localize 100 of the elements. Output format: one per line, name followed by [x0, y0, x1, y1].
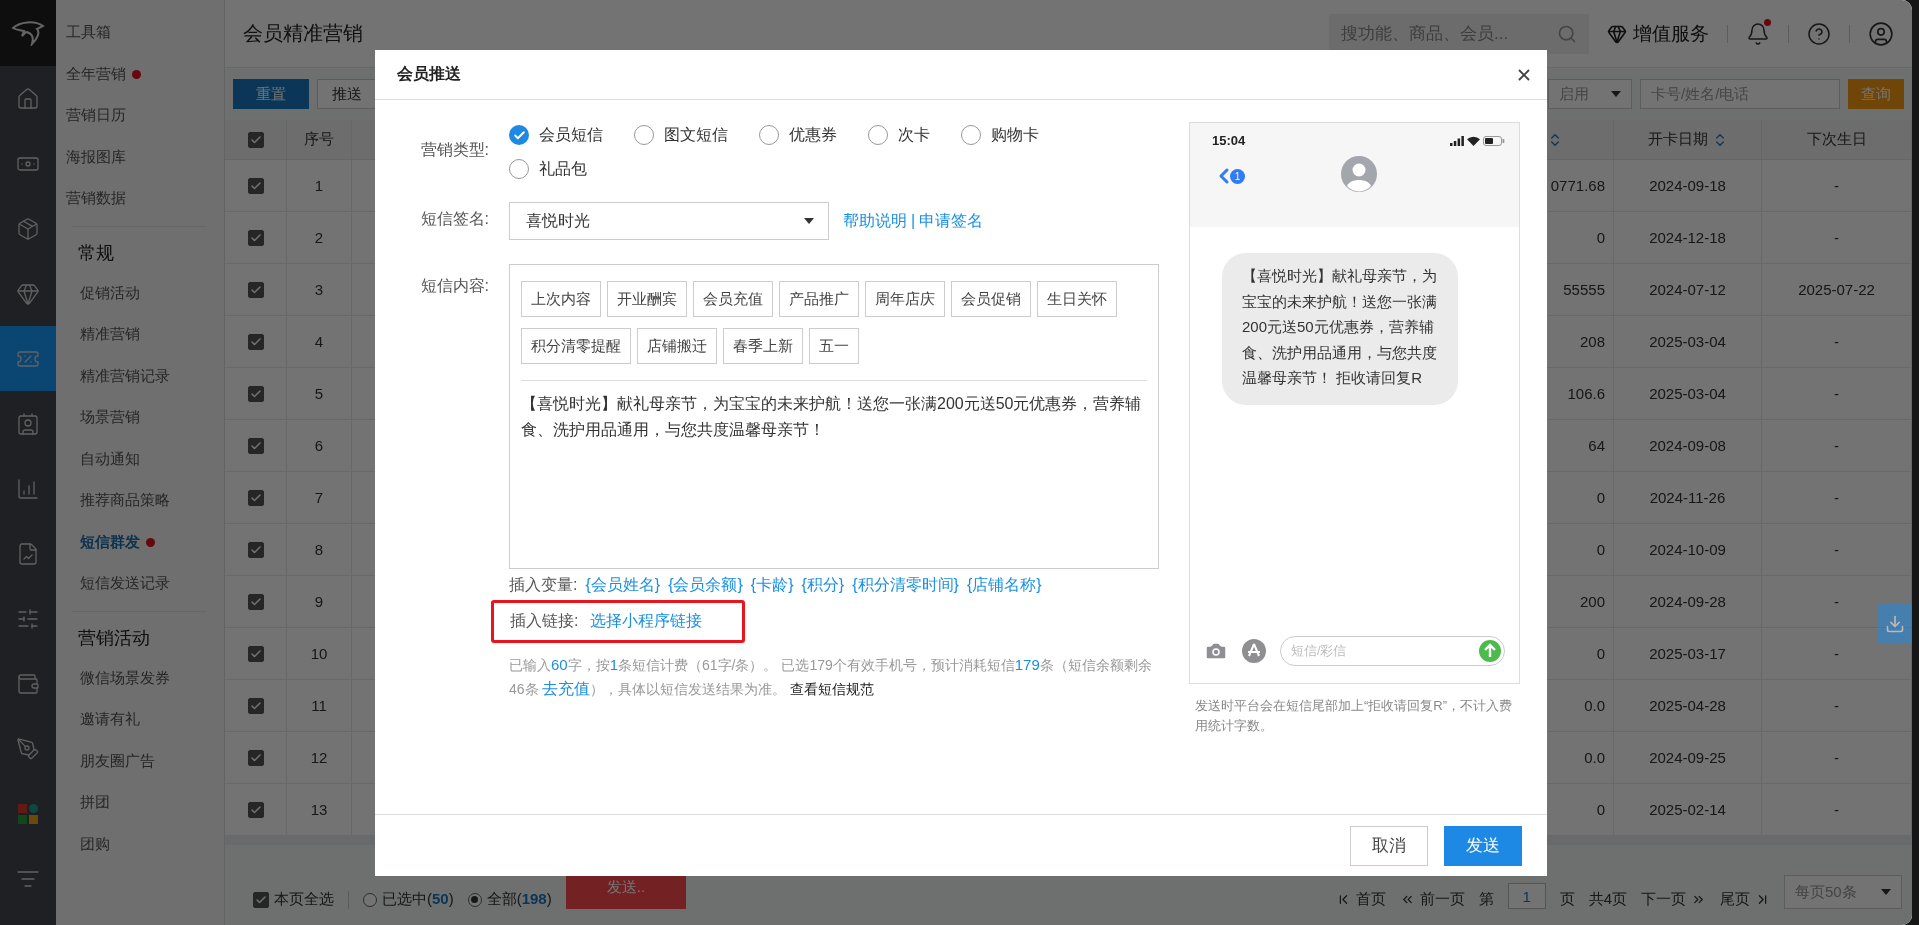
home-icon[interactable] — [16, 86, 40, 111]
template-button[interactable]: 上次内容 — [521, 281, 601, 317]
sidebar-item[interactable]: 营销日历 — [56, 95, 224, 137]
template-button[interactable]: 产品推广 — [779, 281, 859, 317]
sidebar-item[interactable]: 微信场景发券 — [72, 657, 206, 699]
sidebar-item[interactable]: 全年营销 — [56, 53, 224, 95]
pen-tool-icon[interactable] — [16, 736, 40, 761]
caret-icon — [1881, 889, 1891, 895]
download-button[interactable] — [1878, 604, 1912, 644]
prev-page-link[interactable]: 前一页 — [1399, 890, 1465, 909]
message-editor[interactable]: 上次内容 开业酬宾 会员充值 产品推广 周年店庆 会员促销 生日关怀 积分清零提醒 店铺搬迁 春季上新 五一 【喜悦时光】献礼母亲节，为宝宝的未来护航！送您一张满200元送50元优惠券，营养辅食、洗护用品通用，与您共度温馨母亲节！ — [509, 264, 1159, 569]
sidebar-item[interactable]: 工具箱 — [56, 12, 224, 54]
template-button[interactable]: 五一 — [809, 328, 859, 364]
row-checkbox[interactable] — [247, 281, 264, 298]
package-icon[interactable] — [16, 216, 40, 241]
sidebar-item[interactable]: 精准营销记录 — [72, 355, 206, 397]
last-page-link[interactable]: 尾页 — [1720, 890, 1770, 909]
template-button[interactable]: 店铺搬迁 — [637, 328, 717, 364]
sidebar-item[interactable]: 推荐商品策略 — [72, 480, 206, 522]
template-button[interactable]: 开业酬宾 — [607, 281, 687, 317]
message-text: 【喜悦时光】献礼母亲节，为宝宝的未来护航！送您一张满200元送50元优惠券，营养辅食、洗护用品通用，与您共度温馨母亲节！ — [521, 394, 1143, 440]
back-button[interactable]: 1 — [1212, 164, 1245, 188]
table-cell: 13 — [287, 784, 352, 836]
template-button[interactable]: 周年店庆 — [865, 281, 945, 317]
row-checkbox[interactable] — [247, 385, 264, 402]
row-checkbox[interactable] — [247, 333, 264, 350]
type-radio[interactable]: 次卡 — [868, 124, 930, 146]
variable-link[interactable]: {卡龄} — [750, 575, 794, 596]
table-cell: 2024-11-26 — [1614, 472, 1762, 524]
variable-link[interactable]: {会员余额} — [668, 575, 743, 596]
row-checkbox[interactable] — [247, 177, 264, 194]
page-number-field[interactable]: 1 — [1507, 883, 1546, 909]
sidebar-item[interactable]: 短信发送记录 — [72, 563, 206, 605]
select-page-checkbox[interactable] — [253, 891, 269, 908]
variable-link[interactable]: {店铺名称} — [966, 575, 1042, 596]
first-page-link[interactable]: 首页 — [1335, 890, 1386, 909]
send-button[interactable]: 发送 — [1444, 825, 1522, 866]
sidebar-item[interactable]: 海报图库 — [56, 136, 224, 178]
table-cell: 8 — [287, 524, 352, 576]
template-button[interactable]: 生日关怀 — [1037, 281, 1117, 317]
template-button[interactable]: 会员充值 — [693, 281, 773, 317]
type-radio[interactable]: 优惠券 — [759, 124, 837, 146]
variable-link[interactable]: {积分} — [801, 575, 845, 596]
signature-select[interactable]: 喜悦时光 — [509, 202, 829, 240]
sidebar-item[interactable]: 朋友圈广告 — [72, 740, 206, 782]
column-header[interactable]: 开卡日期 — [1614, 120, 1762, 160]
sidebar-item[interactable]: 营销数据 — [56, 178, 224, 220]
contact-card-icon[interactable] — [16, 411, 40, 436]
row-checkbox[interactable] — [247, 541, 264, 558]
table-cell: - — [1762, 784, 1912, 836]
notification-bell-icon[interactable] — [1746, 21, 1770, 46]
row-checkbox[interactable] — [247, 489, 264, 506]
template-button[interactable]: 春季上新 — [723, 328, 803, 364]
user-icon[interactable] — [1868, 20, 1894, 47]
type-radio[interactable]: 图文短信 — [634, 124, 728, 146]
variable-link[interactable]: {会员姓名} — [585, 575, 661, 596]
report-icon[interactable] — [16, 541, 40, 566]
row-checkbox[interactable] — [247, 229, 264, 246]
row-checkbox[interactable] — [247, 645, 264, 662]
column-header: 下次生日 — [1762, 120, 1912, 160]
scope-radio[interactable] — [363, 892, 377, 907]
sidebar-item[interactable]: 团购 — [72, 823, 206, 865]
check-icon — [249, 439, 262, 452]
sidebar-item[interactable]: 拼团 — [72, 782, 206, 824]
variable-link[interactable]: {积分清零时间} — [852, 575, 959, 596]
table-cell: - — [1762, 316, 1912, 368]
mini-program-link[interactable]: 选择小程序链接 — [590, 611, 703, 632]
reset-button[interactable]: 重置 — [233, 79, 309, 109]
type-radio[interactable]: 购物卡 — [961, 124, 1039, 146]
help-icon[interactable] — [1807, 21, 1831, 46]
select-all-checkbox[interactable] — [247, 131, 264, 148]
type-radio[interactable]: 会员短信 — [509, 124, 603, 146]
help-link[interactable]: 帮助说明 — [843, 211, 907, 229]
sidebar-item[interactable]: 自动通知 — [72, 438, 206, 480]
wallet-icon[interactable] — [16, 671, 40, 696]
next-page-link[interactable]: 下一页 — [1641, 890, 1706, 909]
gem-icon[interactable] — [16, 281, 40, 306]
app-store-icon[interactable] — [1242, 639, 1266, 663]
row-checkbox[interactable] — [247, 697, 264, 714]
row-checkbox[interactable] — [247, 749, 264, 766]
sidebar-item[interactable]: 邀请有礼 — [72, 699, 206, 741]
template-button[interactable]: 会员促销 — [951, 281, 1031, 317]
scope-radio[interactable] — [467, 892, 482, 907]
template-button[interactable]: 积分清零提醒 — [521, 328, 631, 364]
recharge-link[interactable]: 去充值 — [542, 680, 591, 697]
sms-rules-link[interactable]: 查看短信规范 — [790, 681, 875, 697]
row-checkbox[interactable] — [247, 593, 264, 610]
cancel-button[interactable]: 取消 — [1350, 825, 1428, 866]
type-radio[interactable]: 礼品包 — [509, 158, 587, 180]
apply-signature-link[interactable]: 申请签名 — [919, 211, 984, 229]
push-button[interactable]: 推送 — [317, 79, 377, 109]
tiles-icon[interactable] — [17, 802, 39, 825]
table-cell: - — [1762, 368, 1912, 420]
row-checkbox[interactable] — [247, 801, 264, 818]
sidebar-item[interactable]: 促销活动 — [72, 272, 206, 314]
value-service-link[interactable]: 增值服务 — [1607, 20, 1709, 47]
sidebar-item[interactable]: 场景营销 — [72, 397, 206, 439]
sidebar-item[interactable]: 短信群发 — [72, 521, 206, 563]
row-checkbox[interactable] — [247, 437, 264, 454]
sidebar-item[interactable]: 精准营销 — [72, 314, 206, 356]
